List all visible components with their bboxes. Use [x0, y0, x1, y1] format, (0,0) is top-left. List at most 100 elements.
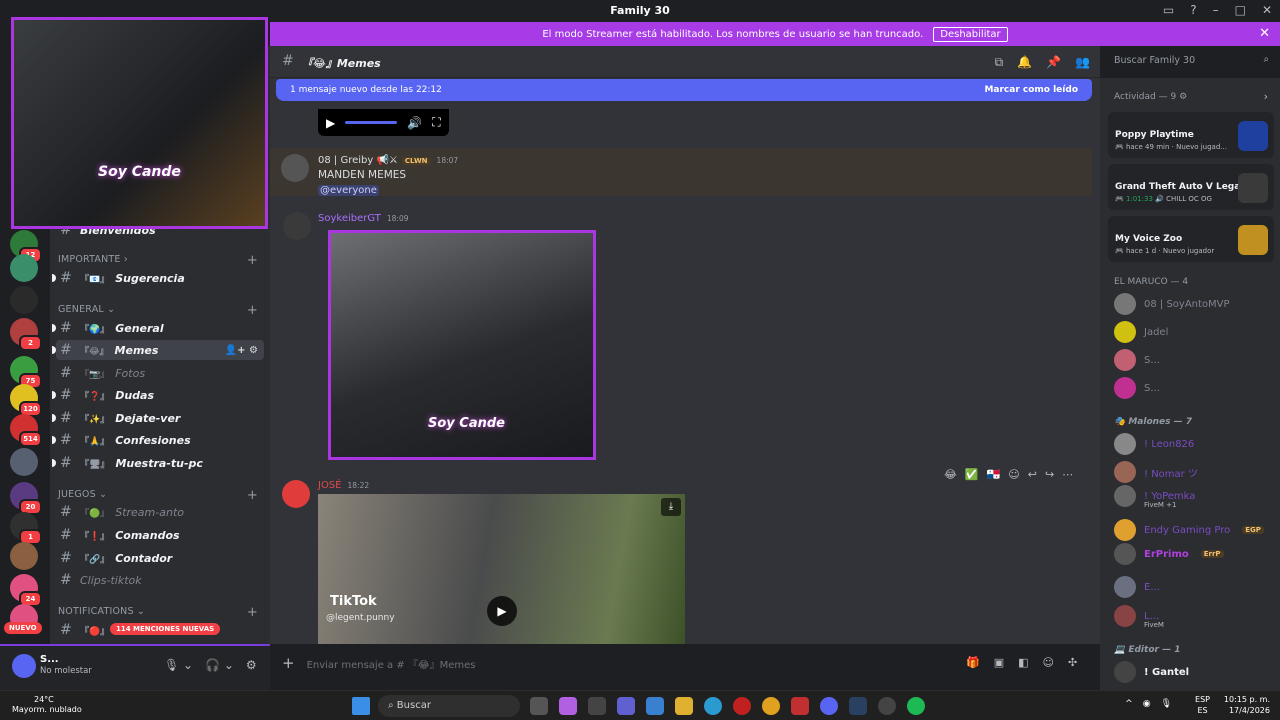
- channel-comandos[interactable]: # 『❗』 Comandos: [56, 525, 264, 545]
- server-icon[interactable]: 24: [10, 574, 42, 607]
- server-icon[interactable]: [10, 254, 38, 282]
- taskbar-search[interactable]: ⌕ Buscar: [378, 695, 520, 717]
- channel-stream-anto[interactable]: # 『🟢』 Stream-anto: [56, 502, 264, 522]
- server-icon[interactable]: [10, 448, 38, 476]
- more-icon[interactable]: ⋯: [1062, 468, 1073, 481]
- reply-icon[interactable]: ↩: [1028, 468, 1037, 481]
- chevron-up-icon[interactable]: ^: [1125, 699, 1133, 709]
- server-icon[interactable]: 1: [10, 512, 42, 545]
- avatar[interactable]: [281, 154, 309, 182]
- member-item[interactable]: S...: [1114, 348, 1274, 372]
- help-icon[interactable]: ?: [1190, 3, 1196, 17]
- member-list-icon[interactable]: 👥: [1075, 55, 1090, 70]
- volume-slider[interactable]: [345, 121, 398, 124]
- forward-icon[interactable]: ↪: [1045, 468, 1054, 481]
- channel-sugerencia[interactable]: # 『📧』 Sugerencia: [52, 268, 264, 288]
- server-icon[interactable]: 514: [10, 414, 42, 447]
- fullscreen-icon[interactable]: ⛶: [432, 115, 440, 130]
- new-mentions-pill[interactable]: 114 MENCIONES NUEVAS: [110, 623, 221, 635]
- channel-fotos[interactable]: # 『📷』 Fotos: [56, 363, 264, 383]
- server-icon[interactable]: [10, 286, 38, 314]
- gear-icon[interactable]: ⚙: [246, 658, 257, 672]
- avatar[interactable]: [12, 654, 36, 678]
- microphone-icon[interactable]: 🎙 ⌄: [164, 658, 193, 672]
- inbox-icon[interactable]: ▭: [1163, 3, 1174, 17]
- message-author[interactable]: SoykeiberGT 18:09: [318, 213, 409, 224]
- mic-icon[interactable]: 🎙: [1161, 699, 1172, 709]
- channel-dudas[interactable]: # 『❓』 Dudas: [52, 385, 264, 405]
- download-icon[interactable]: ⤓: [661, 498, 681, 516]
- edge-icon[interactable]: [704, 697, 722, 715]
- language-indicator[interactable]: ESP ES: [1195, 694, 1210, 716]
- obs-icon[interactable]: [878, 697, 896, 715]
- server-icon[interactable]: 2: [10, 318, 42, 351]
- channel-memes[interactable]: # 『😂』 Memes 👤+ ⚙: [52, 340, 264, 360]
- channel-general[interactable]: # 『🌍』 General: [52, 318, 264, 338]
- reaction-emoji[interactable]: ✅: [965, 468, 979, 481]
- clock[interactable]: 10:15 p. m. 17/4/2026: [1224, 694, 1270, 716]
- avatar[interactable]: [282, 480, 310, 508]
- activity-card[interactable]: My Voice Zoo 🎮 hace 1 d · Nuevo jugador: [1108, 216, 1274, 262]
- member-item[interactable]: ErPrimo ErrP: [1114, 542, 1274, 566]
- channel-clips-tiktok[interactable]: # Clips-tiktok: [56, 570, 264, 590]
- category-juegos[interactable]: JUEGOS ⌄ +: [58, 488, 258, 503]
- weather-widget[interactable]: 24°C Mayorm. nublado: [12, 695, 82, 715]
- reaction-emoji[interactable]: 😂: [944, 468, 957, 481]
- member-item[interactable]: Endy Gaming Pro EGP: [1114, 518, 1274, 542]
- member-item[interactable]: ! Gantel: [1114, 660, 1274, 684]
- message-author[interactable]: 08 | Greiby 📢⚔ CLWN 18:07: [318, 155, 458, 166]
- server-icon[interactable]: [10, 542, 38, 570]
- apps-icon[interactable]: ✣: [1068, 656, 1077, 669]
- channel-contador[interactable]: # 『🔗』 Contador: [56, 548, 264, 568]
- category-general[interactable]: GENERAL ⌄ +: [58, 303, 258, 318]
- store-icon[interactable]: [646, 697, 664, 715]
- add-channel-icon[interactable]: +: [247, 303, 258, 318]
- acrobat-icon[interactable]: [791, 697, 809, 715]
- add-attachment-icon[interactable]: +: [282, 654, 295, 672]
- message-author[interactable]: JOSÉ 18:22: [318, 480, 369, 491]
- new-messages-bar[interactable]: 1 mensaje nuevo desde las 22:12 Marcar c…: [276, 79, 1092, 101]
- close-icon[interactable]: ✕: [1259, 26, 1270, 41]
- category-notifications[interactable]: NOTIFICATIONS ⌄ +: [58, 605, 258, 620]
- maximize-button[interactable]: □: [1235, 3, 1246, 17]
- search-input[interactable]: Buscar Family 30 ⌕: [1108, 53, 1274, 71]
- minimize-button[interactable]: –: [1213, 3, 1219, 17]
- server-icon[interactable]: 75: [10, 356, 42, 389]
- server-icon[interactable]: 120: [10, 384, 42, 417]
- start-icon[interactable]: [352, 697, 370, 715]
- discord-icon[interactable]: [820, 697, 838, 715]
- member-item[interactable]: Jadel: [1114, 320, 1274, 344]
- chevron-right-icon[interactable]: ›: [1264, 90, 1268, 103]
- chrome-icon[interactable]: [762, 697, 780, 715]
- channel-settings-icon[interactable]: 👤+ ⚙: [225, 345, 258, 356]
- bell-icon[interactable]: 🔔: [1017, 55, 1032, 70]
- member-item[interactable]: ! Nomar ツ: [1114, 460, 1274, 484]
- steam-icon[interactable]: [849, 697, 867, 715]
- member-item[interactable]: ! Leon826: [1114, 432, 1274, 456]
- everyone-mention[interactable]: @everyone: [318, 184, 379, 196]
- member-item[interactable]: E...: [1114, 575, 1274, 599]
- emoji-icon[interactable]: ☺: [1043, 656, 1054, 669]
- task-view-icon[interactable]: [530, 697, 548, 715]
- activity-card[interactable]: Poppy Playtime 🎮 hace 49 min · Nuevo jug…: [1108, 112, 1274, 158]
- channel-dejate-ver[interactable]: # 『✨』 Dejate-ver: [52, 408, 264, 428]
- spotify-icon[interactable]: [907, 697, 925, 715]
- category-importante[interactable]: IMPORTANTE › +: [58, 253, 258, 268]
- mark-read-button[interactable]: Marcar como leído: [984, 85, 1078, 95]
- add-channel-icon[interactable]: +: [247, 488, 258, 503]
- pin-icon[interactable]: 📌: [1046, 55, 1061, 70]
- new-badge[interactable]: NUEVO: [4, 622, 42, 634]
- close-button[interactable]: ✕: [1262, 3, 1272, 17]
- gift-icon[interactable]: 🎁: [966, 656, 980, 669]
- reaction-emoji[interactable]: 🇵🇦: [987, 468, 1001, 481]
- member-item[interactable]: L... FiveM: [1114, 604, 1274, 629]
- channel-muestra-tu-pc[interactable]: # 『🖥』 Muestra-tu-pc: [52, 453, 264, 473]
- member-item[interactable]: 08 | SoyAntoMVP: [1114, 292, 1274, 316]
- app-icon[interactable]: [588, 697, 606, 715]
- activity-card[interactable]: Grand Theft Auto V Legacy 🎮 1:01:33 🔊 CH…: [1108, 164, 1274, 210]
- teams-icon[interactable]: [617, 697, 635, 715]
- member-item[interactable]: ! YoPemka FiveM +1: [1114, 484, 1274, 509]
- volume-icon[interactable]: 🔊: [407, 116, 422, 130]
- headphones-icon[interactable]: 🎧 ⌄: [205, 658, 234, 672]
- add-channel-icon[interactable]: +: [247, 605, 258, 620]
